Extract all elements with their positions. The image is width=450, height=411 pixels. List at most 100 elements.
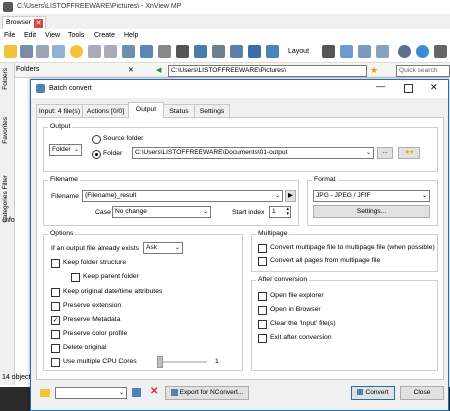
rail-tab-favorites[interactable]: Favorites — [2, 117, 9, 144]
save-icon[interactable] — [20, 45, 33, 58]
tab-browser[interactable]: Browser ✕ — [2, 16, 46, 30]
exists-label: If an output file already exists — [51, 245, 140, 252]
export-icon — [170, 388, 178, 396]
multipage-group — [251, 234, 438, 272]
menu-edit[interactable]: Edit — [24, 32, 36, 39]
rail-tab-categories[interactable]: Categories Filter — [2, 175, 9, 223]
menu-create[interactable]: Create — [94, 32, 115, 39]
web-icon[interactable] — [248, 45, 261, 58]
checkbox-convert-multipage[interactable] — [258, 244, 267, 253]
view-mode-icon[interactable] — [340, 45, 353, 58]
rotate-right-icon[interactable] — [104, 45, 117, 58]
filename-menu-button[interactable]: ▶ — [285, 190, 296, 202]
rail-tab-folders[interactable]: Folders — [2, 68, 9, 90]
tab-actions[interactable]: Actions [0/0] — [82, 104, 129, 118]
batch-icon[interactable] — [140, 45, 153, 58]
pin-icon[interactable]: ✕ — [128, 66, 134, 74]
tab-status[interactable]: Status — [163, 104, 195, 118]
menu-file[interactable]: File — [4, 32, 15, 39]
batch-convert-icon — [36, 84, 45, 93]
checkbox-convert-all-pages[interactable] — [258, 257, 267, 266]
menu-help[interactable]: Help — [124, 32, 138, 39]
format-settings-button[interactable]: Settings... — [313, 205, 430, 218]
filename-group — [43, 180, 299, 226]
binoculars-icon[interactable] — [176, 45, 189, 58]
case-combo[interactable]: No change ⌄ — [112, 206, 211, 218]
cpu-slider-thumb[interactable] — [157, 356, 163, 368]
keep-folder-structure-label: Keep folder structure — [63, 259, 127, 266]
favorite-folder-button[interactable]: ★▾ — [398, 147, 420, 159]
convert-button[interactable]: Convert — [351, 386, 395, 400]
checkbox-delete-original[interactable] — [51, 344, 60, 353]
checkbox-preserve-color[interactable] — [51, 330, 60, 339]
tab-settings[interactable]: Settings — [194, 104, 230, 118]
left-rail: Folders Favorites Categories Filter — [0, 63, 15, 385]
delete-preset-icon[interactable]: ✕ — [150, 386, 158, 397]
checkbox-preserve-extension[interactable] — [51, 302, 60, 311]
chevron-down-icon: ⌄ — [174, 245, 180, 251]
favorite-star-icon[interactable]: ★ — [370, 65, 378, 76]
checkbox-open-browser[interactable] — [258, 306, 267, 315]
layout-button[interactable]: Layout — [288, 48, 309, 55]
close-button[interactable]: Close — [400, 386, 444, 400]
browse-button[interactable]: ... — [377, 147, 393, 159]
maximize-icon[interactable] — [404, 84, 413, 93]
output-target-combo[interactable]: Folder ⌄ — [49, 144, 82, 156]
checkbox-clear-input[interactable] — [258, 320, 267, 329]
options-group-title: Options — [48, 230, 76, 237]
back-icon[interactable] — [36, 45, 49, 58]
tools-icon[interactable] — [158, 45, 171, 58]
image-icon[interactable] — [266, 45, 279, 58]
open-folder-icon[interactable] — [40, 389, 50, 397]
menu-view[interactable]: View — [45, 32, 60, 39]
quick-search-input[interactable]: Quick search — [396, 65, 450, 77]
info-icon[interactable] — [416, 45, 429, 58]
close-tab-icon[interactable]: ✕ — [34, 19, 43, 28]
export-nconvert-button[interactable]: Export for NConvert... — [165, 386, 249, 400]
checkbox-preserve-metadata[interactable]: ✓ — [51, 316, 60, 325]
compare-icon[interactable] — [122, 45, 135, 58]
favorite-icon[interactable] — [70, 45, 83, 58]
save-preset-icon[interactable] — [132, 388, 141, 397]
dialog-title: Batch convert — [49, 85, 92, 92]
radio-source-folder[interactable] — [92, 135, 101, 144]
minimize-icon[interactable]: — — [376, 81, 385, 91]
folder-icon[interactable] — [4, 45, 17, 58]
radio-folder[interactable] — [92, 150, 101, 159]
chevron-down-icon: ⌄ — [118, 390, 124, 396]
cpu-slider-track[interactable] — [159, 361, 207, 363]
menu-tools[interactable]: Tools — [68, 32, 84, 39]
app-toolbar: Layout — [0, 42, 450, 63]
print-icon[interactable] — [212, 45, 225, 58]
checkbox-exit-after[interactable] — [258, 334, 267, 343]
output-folder-path[interactable]: C:\Users\LISTOFFREEWARE\Documents\01-out… — [132, 147, 374, 159]
slideshow-icon[interactable] — [194, 45, 207, 58]
checkbox-multiple-cpu[interactable] — [51, 358, 60, 367]
fullscreen-icon[interactable] — [322, 45, 335, 58]
nav-arrow-icon[interactable]: ◀ — [156, 66, 161, 74]
preserve-extension-label: Preserve extension — [63, 302, 122, 309]
address-input[interactable]: C:\Users\LISTOFFREEWARE\Pictures\ — [168, 65, 367, 77]
checkbox-keep-parent-folder[interactable] — [71, 273, 80, 282]
close-icon[interactable]: ✕ — [430, 82, 438, 93]
checkbox-keep-date[interactable] — [51, 288, 60, 297]
checkbox-keep-folder-structure[interactable] — [51, 259, 60, 268]
email-icon[interactable] — [230, 45, 243, 58]
delete-original-label: Delete original — [63, 344, 107, 351]
tab-input[interactable]: Input: 4 file(s) — [36, 104, 83, 118]
format-combo[interactable]: JPG - JPEG / JFIF ⌄ — [313, 190, 430, 202]
spin-arrows-icon[interactable]: ▴ ▾ — [286, 207, 289, 217]
menu-icon[interactable] — [434, 45, 447, 58]
checkbox-open-explorer[interactable] — [258, 292, 267, 301]
settings-icon[interactable] — [398, 45, 411, 58]
filename-input[interactable]: {Filename}_result ⌄ — [82, 190, 283, 202]
preset-combo[interactable]: ⌄ — [55, 387, 127, 399]
panels-icon[interactable] — [376, 45, 389, 58]
start-index-spinner[interactable]: 1 ▴ ▾ — [269, 206, 291, 218]
rotate-left-icon[interactable] — [88, 45, 101, 58]
exists-combo[interactable]: Ask ⌄ — [143, 242, 183, 254]
preserve-color-label: Preserve color profile — [63, 330, 128, 337]
tab-output[interactable]: Output — [128, 102, 164, 118]
grid-icon[interactable] — [358, 45, 371, 58]
refresh-icon[interactable] — [52, 45, 65, 58]
